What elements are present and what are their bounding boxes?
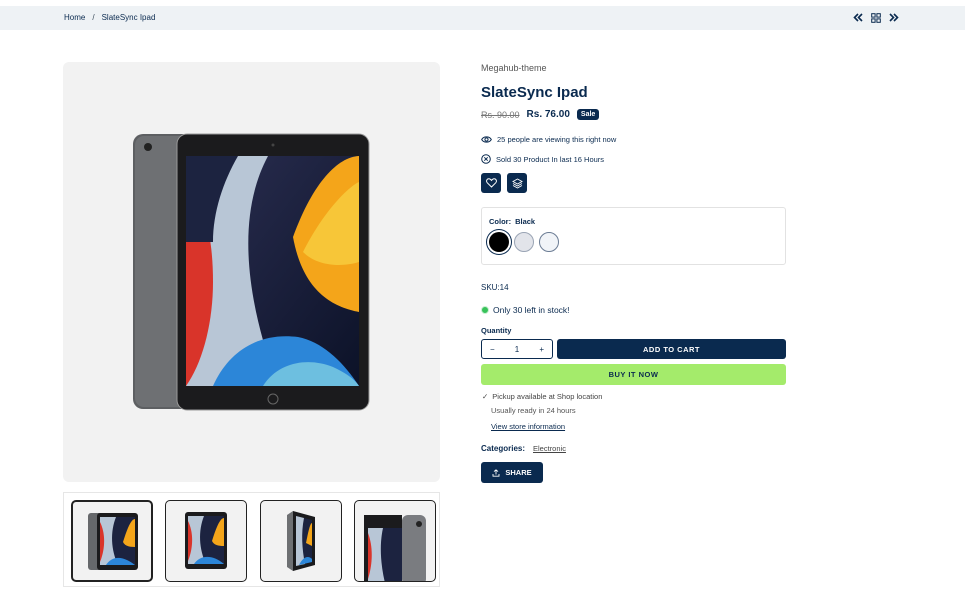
eye-icon [481,136,492,143]
sold-hours: 16 [573,154,582,164]
categories-label: Categories: [481,444,526,453]
viewing-count: 25 [497,135,506,144]
breadcrumb-home[interactable]: Home [64,13,85,22]
color-selector: Color: Black [481,207,786,265]
thumbnail-image [364,515,426,581]
ipad-image [133,133,370,411]
share-button[interactable]: SHARE [481,462,543,483]
color-selected-value: Black [515,217,536,226]
categories: Categories: Electronic [481,444,566,453]
quantity-label: Quantity [481,326,512,335]
quantity-minus-button[interactable]: − [490,345,495,354]
compare-button[interactable] [507,173,527,193]
breadcrumb-current: SlateSync Ipad [101,13,156,22]
sold-notice: Sold 30 Product In last 16 Hours [481,154,604,164]
heart-icon [485,178,497,188]
pickup-availability: ✓ Pickup available at Shop location [482,392,602,401]
breadcrumb-bar: Home / SlateSync Ipad [0,6,965,30]
breadcrumb-separator: / [92,13,95,22]
layers-icon [511,177,523,189]
swatch-white[interactable] [539,232,559,252]
grid-icon[interactable] [871,12,881,23]
product-nav [853,12,899,23]
thumbnail-image [88,513,138,570]
sold-suffix: Hours [584,154,605,164]
sold-count: 30 [513,154,522,164]
pickup-ready-time: Usually ready in 24 hours [491,406,576,415]
clock-x-icon [481,154,491,164]
price-row: Rs. 90.00 Rs. 76.00 Sale [481,109,600,120]
sale-price: Rs. 76.00 [526,109,570,120]
share-icon [492,468,500,477]
add-to-cart-button[interactable]: ADD TO CART [557,339,786,359]
chevrons-left-icon[interactable] [853,12,863,23]
check-icon: ✓ [482,392,489,401]
color-label: Color: Black [489,217,535,226]
thumbnail-3[interactable] [260,500,342,582]
chevrons-right-icon[interactable] [889,12,899,23]
color-label-text: Color: [489,217,512,226]
thumbnail-strip [63,492,440,587]
sold-middle: Product In last [523,154,572,164]
thumbnail-1[interactable] [71,500,153,582]
sale-badge: Sale [576,109,600,120]
swatch-black[interactable] [489,232,509,252]
sku: SKU:14 [481,283,509,292]
swatch-silver[interactable] [514,232,534,252]
thumbnail-image [185,512,227,569]
wishlist-button[interactable] [481,173,501,193]
quantity-plus-button[interactable]: + [539,345,544,354]
stock-status: Only 30 left in stock! [481,305,570,315]
viewing-notice: 25 people are viewing this right now [481,135,616,144]
product-main-image[interactable] [63,62,440,482]
pickup-text: Pickup available at Shop location [492,392,603,401]
thumbnail-2[interactable] [165,500,247,582]
viewing-text: people are viewing this right now [507,135,617,144]
view-store-link[interactable]: View store information [491,422,565,431]
share-label: SHARE [505,468,532,477]
quantity-stepper: − 1 + [481,339,553,359]
sold-prefix: Sold [496,154,512,164]
buy-now-button[interactable]: BUY IT NOW [481,364,786,385]
stock-dot-icon [481,306,489,314]
quantity-input[interactable]: 1 [515,345,519,354]
compare-price: Rs. 90.00 [481,109,520,120]
product-vendor: Megahub-theme [481,63,547,73]
breadcrumb: Home / SlateSync Ipad [64,13,155,22]
product-title: SlateSync Ipad [481,84,588,101]
thumbnail-image [287,511,315,571]
category-link[interactable]: Electronic [533,444,566,453]
thumbnail-4[interactable] [354,500,436,582]
stock-text: Only 30 left in stock! [493,305,570,315]
